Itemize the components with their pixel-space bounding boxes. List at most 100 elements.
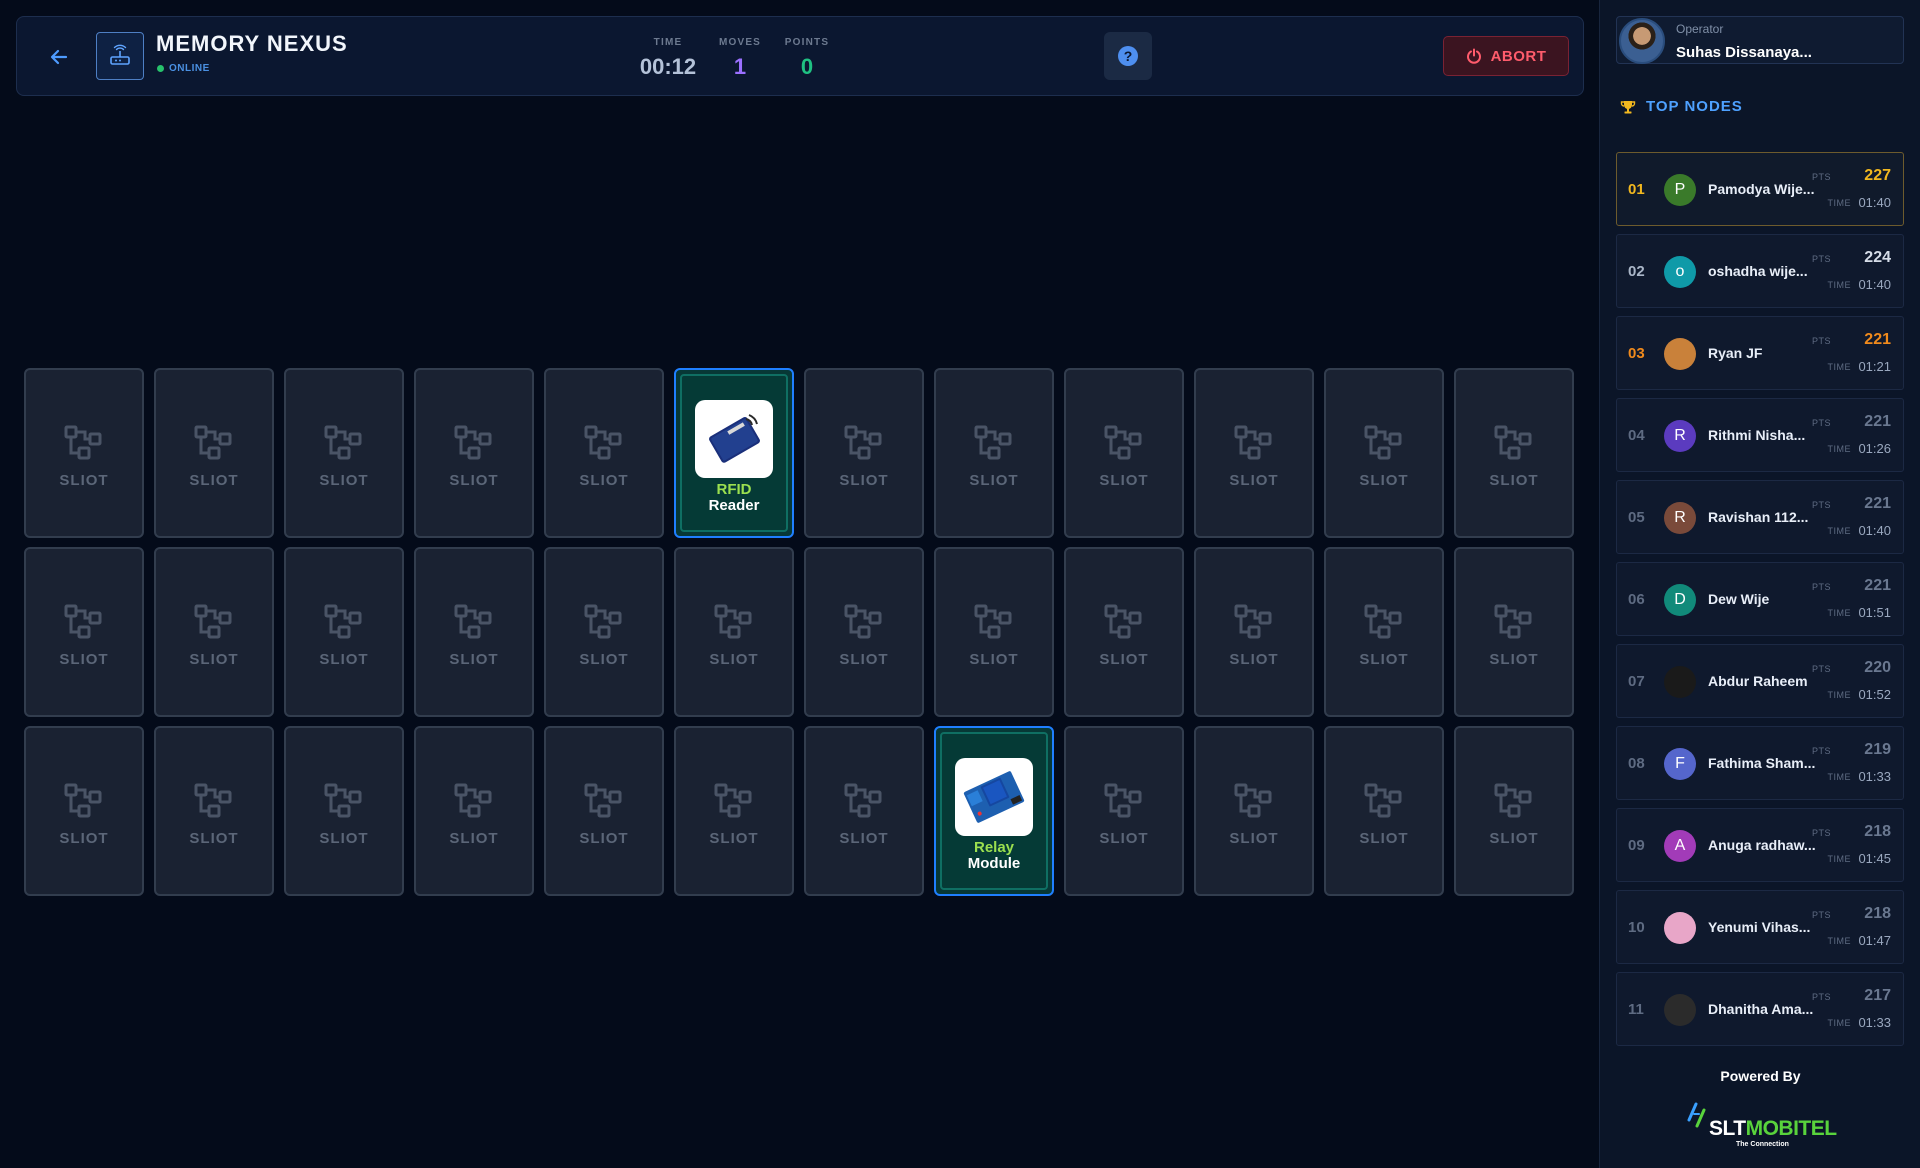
player-name: Ryan JF xyxy=(1708,345,1763,361)
memory-card-hidden[interactable]: SLIOT xyxy=(544,726,664,896)
operator-avatar xyxy=(1619,18,1665,64)
abort-button[interactable]: ABORT xyxy=(1443,36,1569,76)
memory-card-hidden[interactable]: SLIOT xyxy=(24,368,144,538)
rank-number: 08 xyxy=(1628,755,1645,772)
network-slot-icon xyxy=(194,425,232,459)
leaderboard-row: 05 R Ravishan 112... PTS 221 TIME 01:40 xyxy=(1616,480,1904,554)
brand-text-b: MOBITEL xyxy=(1745,1117,1838,1140)
memory-card-revealed[interactable]: RFID Reader xyxy=(674,368,794,538)
slot-label: SLIOT xyxy=(1099,471,1149,489)
pts-label: PTS xyxy=(1811,910,1831,920)
memory-card-hidden[interactable]: SLIOT xyxy=(804,726,924,896)
leaderboard-row: 04 R Rithmi Nisha... PTS 221 TIME 01:26 xyxy=(1616,398,1904,472)
card-name-line2: Module xyxy=(967,855,1021,872)
slot-label: SLIOT xyxy=(1359,471,1409,489)
help-button[interactable]: ? xyxy=(1104,32,1152,80)
card-face: Relay Module xyxy=(940,732,1048,890)
memory-card-hidden[interactable]: SLIOT xyxy=(934,547,1054,717)
player-avatar xyxy=(1664,912,1696,944)
memory-card-hidden[interactable]: SLIOT xyxy=(1194,368,1314,538)
memory-card-hidden[interactable]: SLIOT xyxy=(674,726,794,896)
time-label: TIME xyxy=(1827,936,1851,946)
player-avatar: A xyxy=(1664,830,1696,862)
time-label: TIME xyxy=(1827,1018,1851,1028)
memory-card-hidden[interactable]: SLIOT xyxy=(154,726,274,896)
slot-label: SLIOT xyxy=(319,471,369,489)
slot-label: SLIOT xyxy=(969,650,1019,668)
brand-tagline: The Connection xyxy=(1736,1141,1789,1148)
memory-card-revealed[interactable]: Relay Module xyxy=(934,726,1054,896)
slot-label: SLIOT xyxy=(969,471,1019,489)
memory-card-hidden[interactable]: SLIOT xyxy=(414,547,534,717)
player-time: 01:33 xyxy=(1858,769,1891,784)
network-slot-icon xyxy=(844,783,882,817)
player-points: 220 xyxy=(1864,659,1891,676)
player-time: 01:45 xyxy=(1858,851,1891,866)
brand-text: SLTMOBITEL xyxy=(1709,1117,1837,1141)
network-slot-icon xyxy=(1234,783,1272,817)
time-stat: TIME 00:12 xyxy=(637,37,699,80)
help-icon: ? xyxy=(1118,46,1138,66)
memory-card-hidden[interactable]: SLIOT xyxy=(1064,368,1184,538)
status-label: ONLINE xyxy=(169,63,210,74)
memory-card-hidden[interactable]: SLIOT xyxy=(1064,726,1184,896)
slot-label: SLIOT xyxy=(59,471,109,489)
memory-card-hidden[interactable]: SLIOT xyxy=(804,547,924,717)
slot-label: SLIOT xyxy=(449,650,499,668)
memory-card-hidden[interactable]: SLIOT xyxy=(154,547,274,717)
memory-card-hidden[interactable]: SLIOT xyxy=(804,368,924,538)
pts-label: PTS xyxy=(1811,664,1831,674)
memory-card-hidden[interactable]: SLIOT xyxy=(1454,547,1574,717)
memory-card-hidden[interactable]: SLIOT xyxy=(1324,547,1444,717)
slot-label: SLIOT xyxy=(59,829,109,847)
memory-card-hidden[interactable]: SLIOT xyxy=(544,547,664,717)
card-name-line1: RFID xyxy=(716,481,752,498)
rank-number: 06 xyxy=(1628,591,1645,608)
memory-card-hidden[interactable]: SLIOT xyxy=(1324,726,1444,896)
points-label: POINTS xyxy=(784,37,830,48)
pts-label: PTS xyxy=(1811,500,1831,510)
memory-card-hidden[interactable]: SLIOT xyxy=(1454,726,1574,896)
memory-card-hidden[interactable]: SLIOT xyxy=(1064,547,1184,717)
slot-label: SLIOT xyxy=(189,650,239,668)
pts-label: PTS xyxy=(1811,254,1831,264)
memory-card-hidden[interactable]: SLIOT xyxy=(1194,726,1314,896)
game-title: MEMORY NEXUS xyxy=(156,31,348,56)
player-points: 218 xyxy=(1864,823,1891,840)
memory-card-hidden[interactable]: SLIOT xyxy=(1454,368,1574,538)
back-button[interactable] xyxy=(43,41,75,73)
time-label: TIME xyxy=(1827,526,1851,536)
memory-card-hidden[interactable]: SLIOT xyxy=(1324,368,1444,538)
moves-stat: MOVES 1 xyxy=(717,37,763,80)
memory-card-hidden[interactable]: SLIOT xyxy=(544,368,664,538)
player-points: 217 xyxy=(1864,987,1891,1004)
memory-card-hidden[interactable]: SLIOT xyxy=(284,726,404,896)
network-slot-icon xyxy=(584,783,622,817)
operator-card[interactable]: Operator Suhas Dissanaya... xyxy=(1616,16,1904,64)
player-time: 01:33 xyxy=(1858,1015,1891,1030)
memory-card-hidden[interactable]: SLIOT xyxy=(414,726,534,896)
memory-card-hidden[interactable]: SLIOT xyxy=(934,368,1054,538)
slot-label: SLIOT xyxy=(839,829,889,847)
player-avatar: P xyxy=(1664,174,1696,206)
network-slot-icon xyxy=(64,604,102,638)
memory-card-hidden[interactable]: SLIOT xyxy=(414,368,534,538)
slot-label: SLIOT xyxy=(1099,829,1149,847)
memory-card-hidden[interactable]: SLIOT xyxy=(24,726,144,896)
leaderboard-row: 01 P Pamodya Wije... PTS 227 TIME 01:40 xyxy=(1616,152,1904,226)
network-slot-icon xyxy=(1104,604,1142,638)
memory-card-hidden[interactable]: SLIOT xyxy=(24,547,144,717)
memory-card-hidden[interactable]: SLIOT xyxy=(154,368,274,538)
memory-card-hidden[interactable]: SLIOT xyxy=(284,547,404,717)
memory-card-hidden[interactable]: SLIOT xyxy=(674,547,794,717)
player-points: 221 xyxy=(1864,413,1891,430)
leaderboard-header: TOP NODES xyxy=(1620,98,1743,115)
network-slot-icon xyxy=(844,604,882,638)
router-logo xyxy=(96,32,144,80)
memory-card-hidden[interactable]: SLIOT xyxy=(284,368,404,538)
player-points: 227 xyxy=(1864,167,1891,184)
memory-card-hidden[interactable]: SLIOT xyxy=(1194,547,1314,717)
player-avatar: R xyxy=(1664,420,1696,452)
slot-label: SLIOT xyxy=(579,471,629,489)
player-avatar xyxy=(1664,994,1696,1026)
